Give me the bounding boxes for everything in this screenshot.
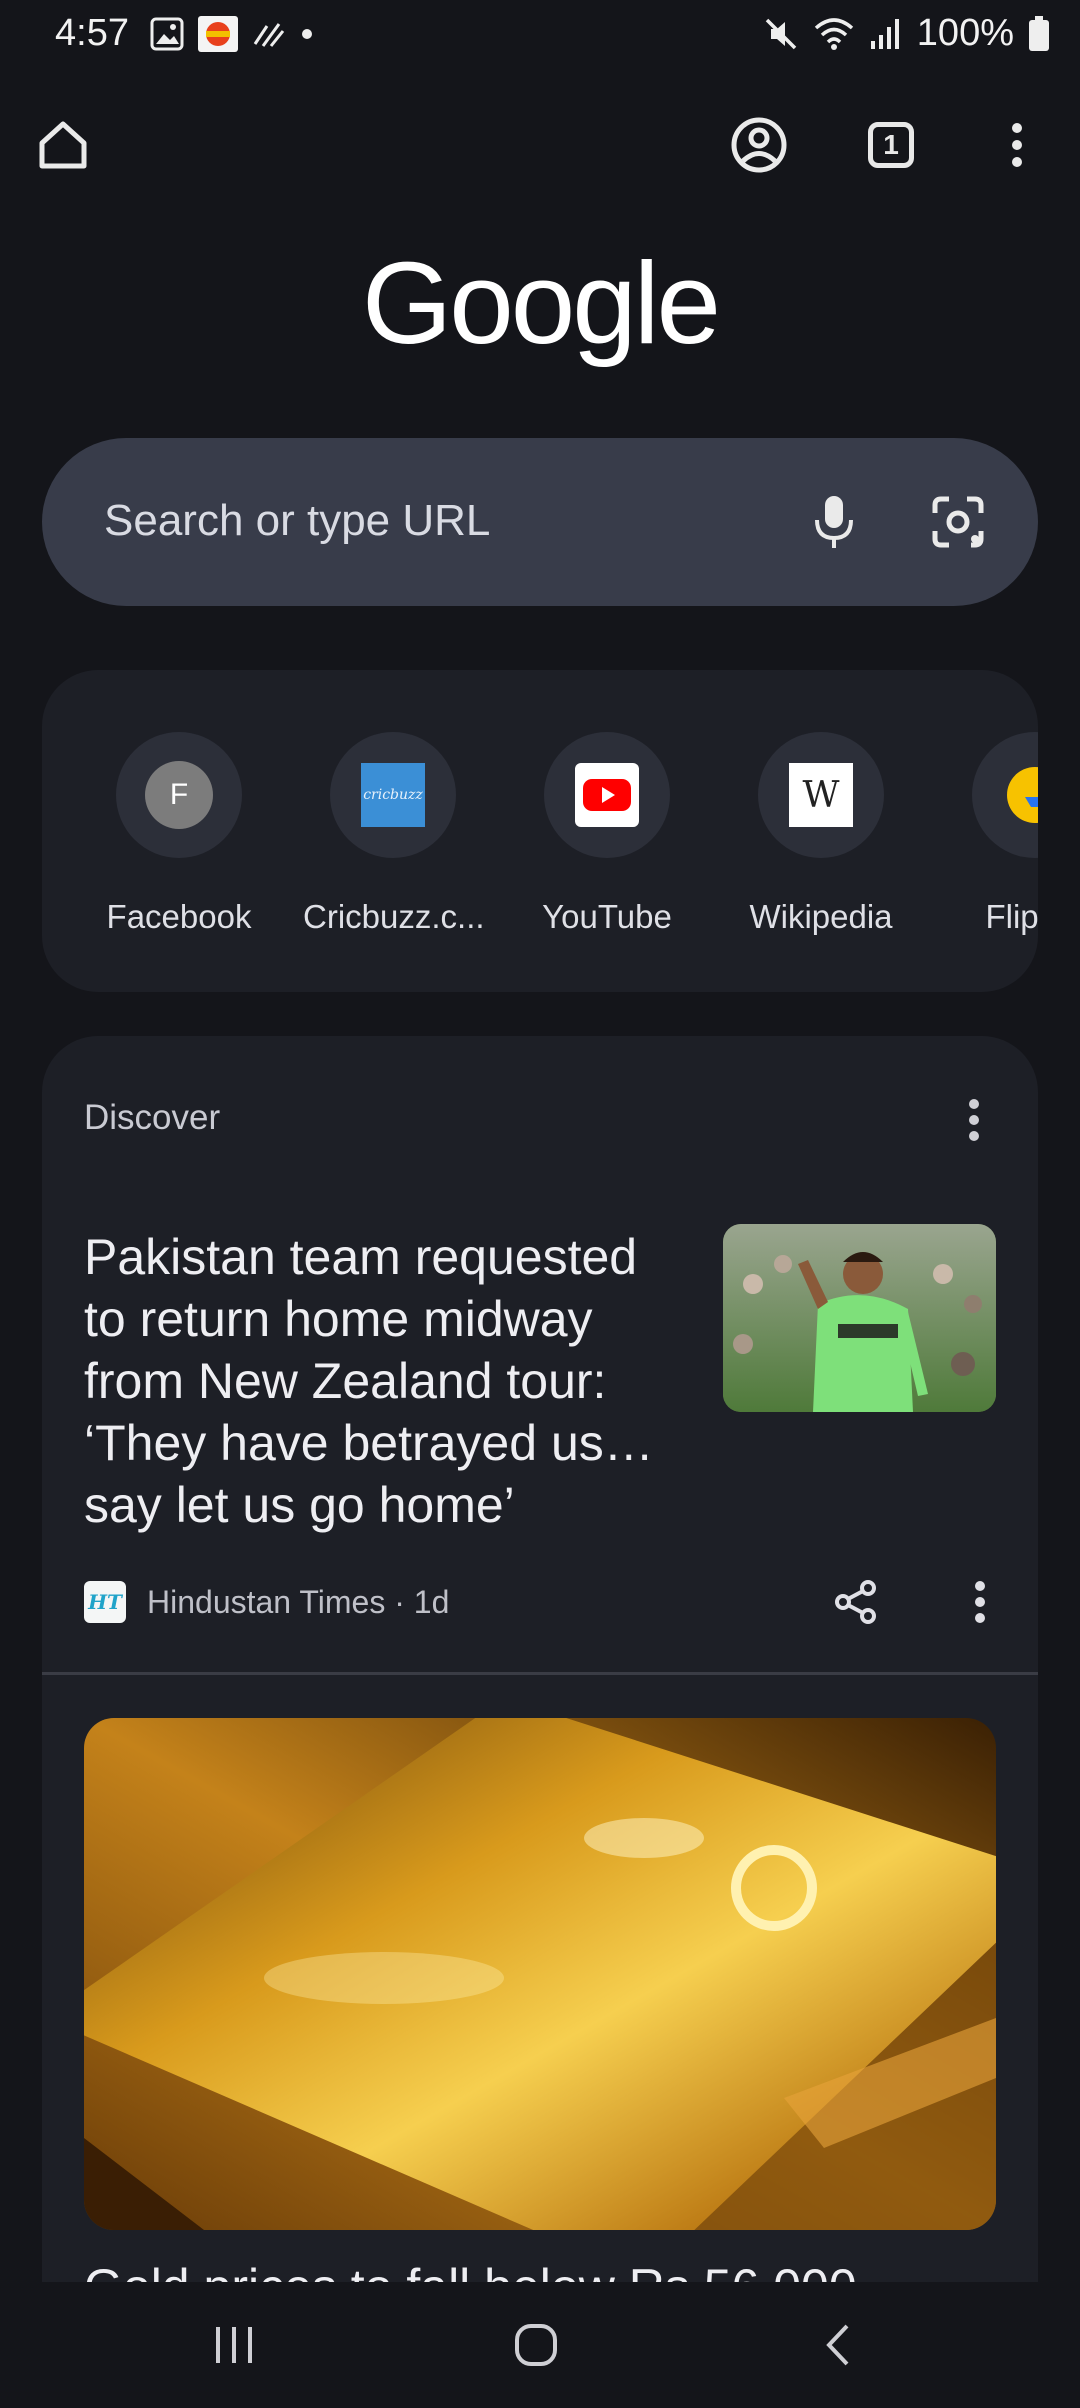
home-nav-button[interactable]: [476, 2302, 596, 2388]
tab-count: 1: [868, 122, 914, 168]
microphone-icon: [815, 496, 853, 548]
lens-search-button[interactable]: [918, 482, 998, 562]
data-transfer-icon: [253, 23, 285, 47]
home-button[interactable]: [18, 100, 108, 190]
mute-icon: [765, 18, 797, 49]
shortcut-label: YouTube: [542, 898, 672, 935]
youtube-icon: [575, 763, 639, 827]
signal-icon: [870, 18, 899, 49]
search-bar[interactable]: Search or type URL: [42, 438, 1038, 606]
home-icon: [39, 121, 87, 169]
discover-title: Discover: [84, 1098, 221, 1137]
flipkart-icon: [1007, 767, 1038, 823]
home-circle-icon: [515, 2324, 557, 2366]
source-logo-icon: HT: [84, 1581, 126, 1623]
share-button[interactable]: [822, 1568, 890, 1636]
account-button[interactable]: [714, 100, 804, 190]
battery-icon: [1029, 15, 1049, 51]
wikipedia-logo-icon: W: [789, 763, 853, 827]
cricbuzz-logo-icon: cricbuzz: [361, 763, 425, 827]
system-icons: 100%: [763, 12, 1050, 55]
google-logo: Google: [361, 238, 721, 368]
shortcut-icon-bg: cricbuzz: [330, 732, 456, 858]
back-button[interactable]: [778, 2302, 898, 2388]
shortcut-label: Facebook: [106, 898, 252, 935]
more-vert-icon: [1012, 123, 1022, 167]
tab-switcher-button[interactable]: 1: [846, 100, 936, 190]
shortcut-label: Flipkar: [985, 898, 1038, 935]
system-navigation-bar: [0, 2282, 1080, 2408]
source-logo-text: HT: [88, 1590, 122, 1614]
shortcut-icon-bg: W: [758, 732, 884, 858]
shortcut-label: Wikipedia: [749, 898, 893, 935]
shortcut-youtube[interactable]: YouTube: [517, 732, 697, 936]
article-title[interactable]: Pakistan team requested to return home m…: [84, 1226, 684, 1536]
shortcut-icon-bg: F: [116, 732, 242, 858]
recent-apps-button[interactable]: [174, 2302, 294, 2388]
browser-toolbar: 1: [0, 100, 1080, 190]
status-bar: 4:57 100%: [0, 0, 1080, 70]
discover-feed: Discover Pakistan team requested to retu…: [42, 1036, 1038, 2408]
more-options-button[interactable]: [972, 100, 1062, 190]
cricketer-photo: [723, 1224, 996, 1412]
shortcuts-panel: F Facebook cricbuzz Cricbuzz.c... YouTub…: [42, 670, 1038, 992]
account-icon: [731, 117, 787, 173]
voice-search-button[interactable]: [794, 482, 874, 562]
shortcut-icon-bg: [544, 732, 670, 858]
dot-icon: [302, 29, 312, 39]
gallery-icon: [150, 17, 184, 51]
shortcut-wikipedia[interactable]: W Wikipedia: [731, 732, 911, 936]
wifi-icon: [814, 17, 853, 50]
article-image[interactable]: [84, 1718, 996, 2230]
back-chevron-icon: [826, 2324, 849, 2366]
discover-menu-button[interactable]: [942, 1088, 1006, 1152]
search-input[interactable]: Search or type URL: [104, 496, 490, 546]
feed-divider: [42, 1672, 1038, 1675]
share-icon: [835, 1580, 876, 1624]
battery-percent: 100%: [916, 12, 1014, 54]
facebook-letter-icon: F: [145, 761, 213, 829]
google-lens-icon: [932, 496, 984, 548]
article-menu-button[interactable]: [948, 1568, 1012, 1636]
app-notification-icon: [198, 16, 238, 52]
more-vert-icon: [969, 1099, 979, 1141]
shortcut-label: Cricbuzz.c...: [303, 898, 485, 935]
shortcut-facebook[interactable]: F Facebook: [89, 732, 269, 936]
article-source: Hindustan Times · 1d: [147, 1584, 450, 1620]
article-thumbnail[interactable]: [723, 1224, 996, 1412]
notification-icons: [150, 16, 314, 52]
gold-bars-photo: [84, 1718, 996, 2230]
shortcut-flipkart[interactable]: Flipkar: [945, 732, 1038, 936]
shortcut-icon-bg: [972, 732, 1038, 858]
more-vert-icon: [975, 1581, 985, 1623]
status-time: 4:57: [55, 12, 129, 54]
recents-icon: [216, 2327, 252, 2363]
shortcut-cricbuzz[interactable]: cricbuzz Cricbuzz.c...: [303, 732, 485, 936]
